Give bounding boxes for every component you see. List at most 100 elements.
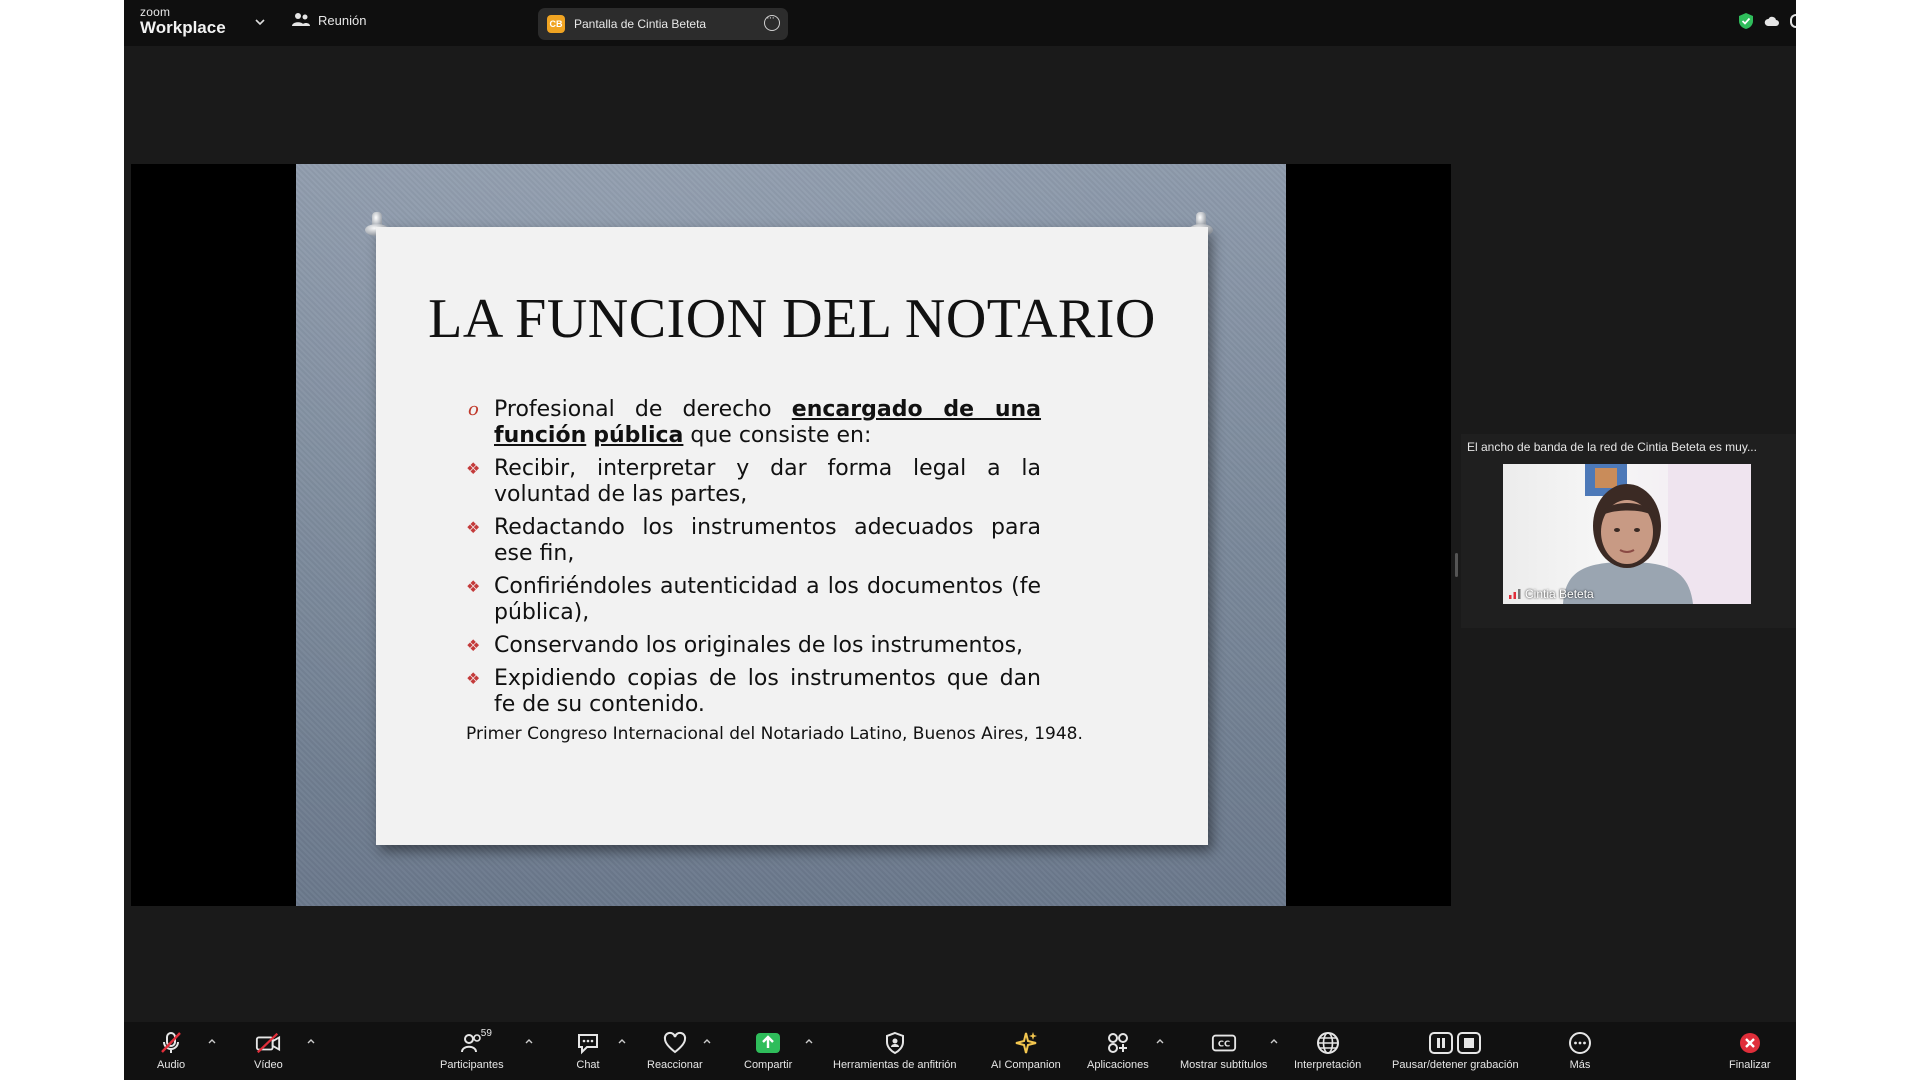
chat-icon [578,1034,598,1055]
close-circle-icon [1739,1033,1760,1053]
apps-icon [1107,1033,1128,1053]
bullet-text: Conservando los originales de los instru… [494,633,1024,658]
chat-label: Chat [576,1059,600,1071]
bullet-intro-text-1: Profesional de derecho [494,397,792,422]
host-tools-label: Herramientas de anfitrión [833,1059,957,1071]
diamond-bullet-icon: ❖ [466,459,481,478]
slide-citation: Primer Congreso Internacional del Notari… [466,724,1083,744]
participant-video[interactable]: Cintia Beteta [1503,464,1751,604]
more-label: Más [1569,1059,1591,1071]
bullet-intro: o Profesional de derecho encargado de un… [466,397,1041,449]
share-label: Pantalla de Cintia Beteta [574,17,707,31]
video-label: Vídeo [254,1059,283,1071]
diamond-bullet-icon: ❖ [466,577,481,596]
bullet-item: ❖ Recibir, interpretar y dar forma legal… [466,456,1041,508]
end-label: Finalizar [1729,1059,1771,1071]
share-button[interactable]: Compartir [744,1030,792,1071]
bullet-intro-text-2: que consiste en: [683,423,872,448]
react-button[interactable]: Reaccionar [647,1030,703,1071]
diamond-bullet-icon: ❖ [466,636,481,655]
diamond-bullet-icon: ❖ [466,518,481,537]
share-label: Compartir [744,1059,793,1071]
end-meeting-button[interactable]: Finalizar [1729,1030,1771,1071]
chevron-up-icon[interactable] [702,1036,712,1046]
participant-video-panel[interactable]: El ancho de banda de la red de Cintia Be… [1461,434,1796,628]
apps-label: Aplicaciones [1087,1059,1149,1071]
chevron-up-icon[interactable] [524,1036,534,1046]
recording-label: Pausar/detener grabación [1392,1059,1519,1071]
chevron-up-icon[interactable] [617,1036,627,1046]
participants-button[interactable]: 59 Participantes [440,1028,504,1071]
ai-companion-button[interactable]: AI Companion [991,1030,1061,1071]
shield-icon [885,1031,904,1055]
mic-off-icon [161,1032,181,1053]
bandwidth-warning: El ancho de banda de la red de Cintia Be… [1467,440,1757,454]
audio-label: Audio [157,1059,186,1071]
bullet-text: Recibir, interpretar y dar forma legal a… [494,456,1041,507]
bullet-item: ❖ Expidiendo copias de los instrumentos … [466,666,1041,718]
chevron-up-icon[interactable] [306,1036,316,1046]
top-bar: zoom Workplace Reunión CB Pantalla de Ci… [124,0,1796,46]
chat-button[interactable]: Chat [575,1030,601,1071]
bullet-intro-underline-2: pública [593,423,684,448]
bullet-text: Redactando los instrumentos adecuados pa… [494,515,1041,566]
ellipsis-icon [1569,1032,1591,1054]
more-icon[interactable] [764,12,780,31]
signal-bars-icon [1509,589,1521,599]
chevron-up-icon[interactable] [207,1036,217,1046]
panel-resize-handle[interactable] [1455,553,1458,577]
participant-video-feed [1563,464,1751,604]
video-button[interactable]: Vídeo [254,1030,283,1071]
brand-small-text: zoom [140,5,171,19]
react-label: Reaccionar [647,1059,703,1071]
ai-companion-label: AI Companion [991,1059,1061,1071]
chevron-down-icon[interactable] [252,14,268,30]
diamond-bullet-icon: ❖ [466,669,481,688]
chevron-up-icon[interactable] [1269,1036,1279,1046]
bullet-text: Expidiendo copias de los instrumentos qu… [494,666,1041,717]
participants-label: Participantes [440,1059,504,1071]
audio-button[interactable]: Audio [157,1030,185,1071]
video-off-icon [256,1032,281,1054]
brand-large-text: Workplace [140,18,226,37]
bullet-o-icon: o [468,399,479,420]
more-button[interactable]: Más [1567,1030,1593,1071]
chevron-up-icon[interactable] [804,1036,814,1046]
slide-bullet-list: o Profesional de derecho encargado de un… [466,397,1041,725]
bullet-item: ❖ Redactando los instrumentos adecuados … [466,515,1041,567]
slide-paper: LA FUNCION DEL NOTARIO o Profesional de … [376,227,1208,845]
pause-stop-icon [1429,1032,1482,1054]
bullet-item: ❖ Confiriéndoles autenticidad a los docu… [466,574,1041,626]
status-more-icon[interactable] [1790,14,1796,28]
participants-count: 59 [480,1028,492,1039]
captions-label: Mostrar subtítulos [1180,1059,1268,1071]
shield-check-icon[interactable] [1738,12,1754,30]
bullet-item: ❖ Conservando los originales de los inst… [466,633,1041,659]
meeting-menu[interactable]: Reunión [292,12,366,28]
captions-button[interactable]: CC Mostrar subtítulos [1180,1030,1267,1071]
presentation-slide: LA FUNCION DEL NOTARIO o Profesional de … [296,164,1286,906]
participant-name-tag: Cintia Beteta [1509,587,1594,601]
sparkle-icon [1015,1032,1037,1054]
host-tools-button[interactable]: Herramientas de anfitrión [833,1030,957,1071]
heart-icon [663,1031,686,1054]
cc-icon: CC [1211,1034,1236,1052]
zoom-window: zoom Workplace Reunión CB Pantalla de Ci… [124,0,1796,1080]
chevron-up-icon[interactable] [1155,1036,1165,1046]
status-icons [1738,12,1796,30]
zoom-logo: zoom Workplace [140,6,226,36]
apps-button[interactable]: Aplicaciones [1087,1030,1149,1071]
slide-title: LA FUNCION DEL NOTARIO [428,288,1156,350]
svg-text:CC: CC [1218,1039,1230,1049]
interpretation-button[interactable]: Interpretación [1294,1030,1361,1071]
recording-button[interactable]: Pausar/detener grabación [1392,1030,1519,1071]
meeting-label: Reunión [318,12,367,28]
bullet-text: Confiriéndoles autenticidad a los docume… [494,574,1041,625]
meeting-toolbar: Audio Vídeo 59 Participantes Chat Reacci… [124,1022,1796,1080]
interpretation-label: Interpretación [1294,1059,1362,1071]
participant-name: Cintia Beteta [1525,587,1594,601]
cloud-icon[interactable] [1764,14,1780,28]
shared-screen: LA FUNCION DEL NOTARIO o Profesional de … [131,164,1451,906]
globe-icon [1316,1032,1339,1054]
screen-share-indicator[interactable]: CB Pantalla de Cintia Beteta [538,8,788,40]
